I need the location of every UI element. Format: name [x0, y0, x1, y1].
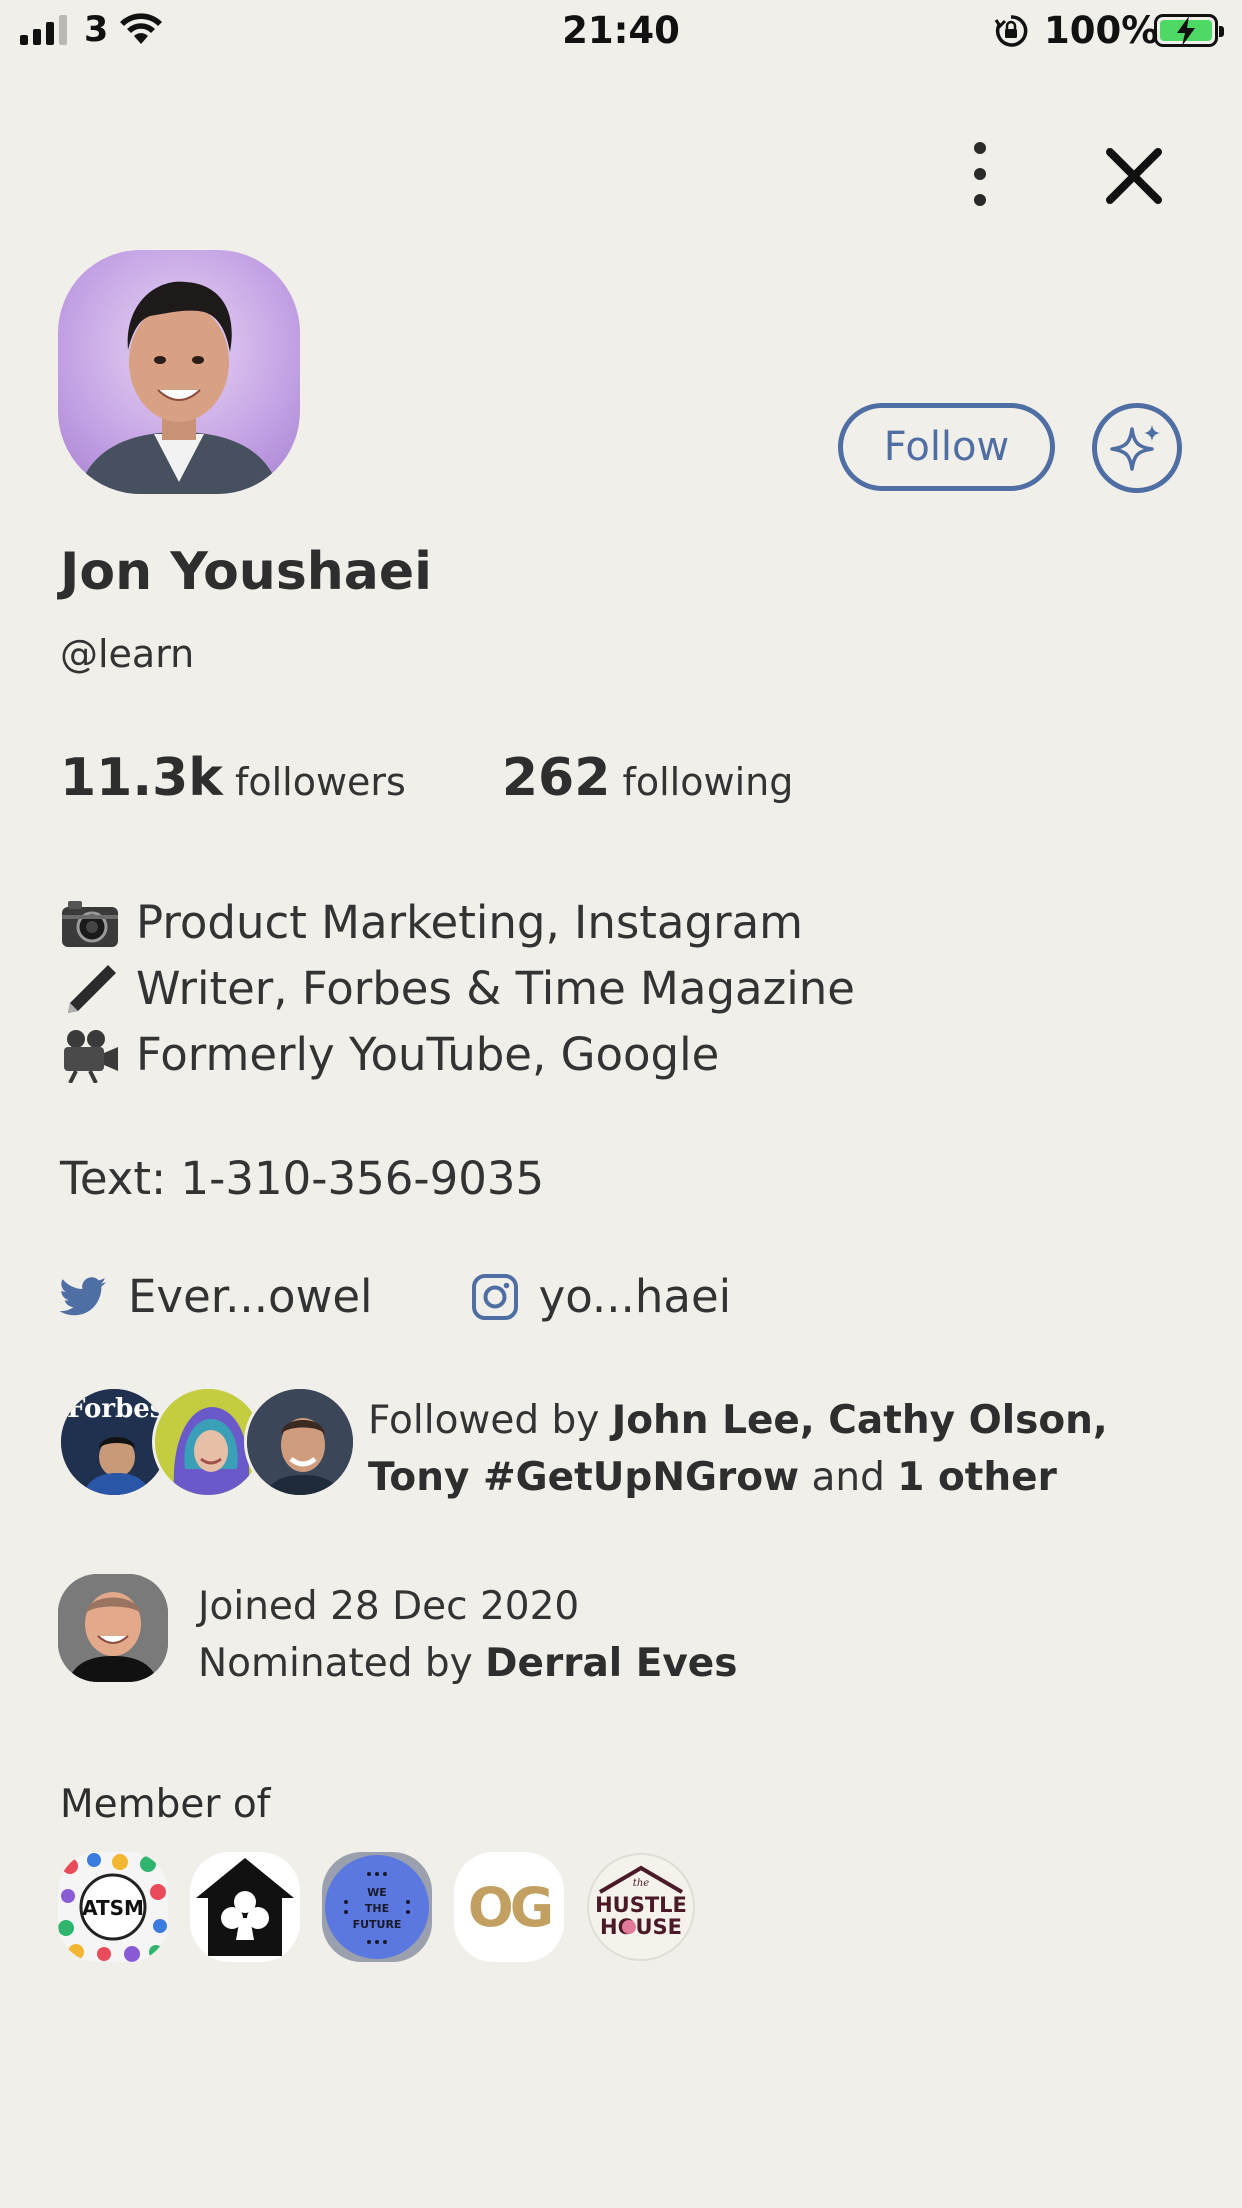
- profile-stats: 11.3k followers 262 following: [60, 748, 889, 808]
- social-links: Ever...owel yo...haei: [60, 1270, 731, 1323]
- joined-section: Joined 28 Dec 2020 Nominated by Derral E…: [58, 1574, 958, 1686]
- followers-link[interactable]: 11.3k followers: [60, 748, 406, 808]
- instagram-icon: [471, 1273, 518, 1320]
- nominator-avatar[interactable]: [58, 1574, 168, 1682]
- joined-text: Joined 28 Dec 2020 Nominated by Derral E…: [198, 1578, 737, 1692]
- sparkle-icon: [1110, 425, 1160, 471]
- svg-text:ATSM: ATSM: [82, 1896, 144, 1920]
- bio-line-text: Product Marketing, Instagram: [136, 896, 803, 949]
- nominator-name: Derral Eves: [485, 1641, 738, 1686]
- followers-count: 11.3k: [60, 748, 223, 808]
- profile-avatar[interactable]: [58, 250, 300, 494]
- twitter-icon: [60, 1276, 107, 1315]
- bio-contact: Text: 1-310-356-9035: [60, 1152, 545, 1205]
- mutual-avatar: [244, 1386, 356, 1498]
- followed-by-prefix: Followed by: [368, 1398, 612, 1443]
- club-og[interactable]: OG: [454, 1852, 564, 1962]
- bio-line-text: Formerly YouTube, Google: [136, 1028, 720, 1081]
- battery-icon: [1154, 14, 1224, 47]
- following-link[interactable]: 262 following: [502, 748, 793, 808]
- clubs-list: ATSM WE THE FUTURE OG the HUSTLE HOUSE: [58, 1852, 718, 1962]
- bio-line-text: Writer, Forbes & Time Magazine: [136, 962, 855, 1015]
- twitter-handle: Ever...owel: [128, 1270, 373, 1323]
- instagram-handle: yo...haei: [538, 1270, 732, 1323]
- bio-line: Formerly YouTube, Google: [60, 1022, 855, 1088]
- following-label: following: [622, 760, 794, 804]
- more-options-button[interactable]: [960, 136, 1000, 212]
- svg-text:WE: WE: [367, 1886, 387, 1899]
- svg-text:FUTURE: FUTURE: [353, 1918, 402, 1931]
- svg-text:the: the: [633, 1878, 649, 1889]
- followed-by-section[interactable]: Forbes Followed by John Lee, Cathy Olson…: [58, 1386, 1188, 1500]
- nominated-by[interactable]: Nominated by Derral Eves: [198, 1635, 737, 1692]
- svg-text:Forbes: Forbes: [67, 1394, 164, 1424]
- followed-by-text: Followed by John Lee, Cathy Olson, Tony …: [368, 1392, 1188, 1506]
- club-clubhouse[interactable]: [190, 1852, 300, 1962]
- member-of-title: Member of: [60, 1782, 271, 1827]
- nominated-prefix: Nominated by: [198, 1641, 486, 1686]
- followers-label: followers: [234, 760, 406, 804]
- following-count: 262: [501, 748, 611, 808]
- status-bar: 3 21:40 100%: [0, 0, 1242, 62]
- svg-text:HUSTLE: HUSTLE: [595, 1893, 687, 1917]
- profile-handle: @learn: [60, 632, 195, 676]
- svg-text:THE: THE: [365, 1902, 389, 1915]
- battery-percent: 100%: [1044, 9, 1159, 52]
- pen-icon: [68, 965, 116, 1013]
- bio-line: Writer, Forbes & Time Magazine: [60, 956, 855, 1022]
- instagram-link[interactable]: yo...haei: [471, 1270, 732, 1323]
- orientation-lock-icon: [994, 15, 1028, 47]
- notify-sparkle-button[interactable]: [1092, 403, 1182, 493]
- movie-camera-icon: [64, 1030, 118, 1083]
- club-we-the-future[interactable]: WE THE FUTURE: [322, 1852, 432, 1962]
- svg-text:OG: OG: [468, 1876, 551, 1939]
- svg-text:HOUSE: HOUSE: [600, 1915, 682, 1939]
- camera-icon: [62, 901, 118, 947]
- twitter-link[interactable]: Ever...owel: [60, 1270, 373, 1323]
- follow-button[interactable]: Follow: [838, 403, 1055, 491]
- followed-by-and: and: [799, 1455, 898, 1500]
- bio-line: Product Marketing, Instagram: [60, 890, 855, 956]
- club-atsm[interactable]: ATSM: [58, 1852, 168, 1962]
- club-hustle-house[interactable]: the HUSTLE HOUSE: [586, 1852, 696, 1962]
- profile-name: Jon Youshaei: [60, 542, 432, 602]
- mutual-followers-avatars: Forbes: [58, 1386, 358, 1498]
- joined-date: Joined 28 Dec 2020: [198, 1584, 580, 1629]
- followed-by-other: 1 other: [897, 1455, 1057, 1500]
- close-icon[interactable]: [1100, 142, 1168, 210]
- profile-bio: Product Marketing, Instagram Writer, For…: [60, 890, 855, 1088]
